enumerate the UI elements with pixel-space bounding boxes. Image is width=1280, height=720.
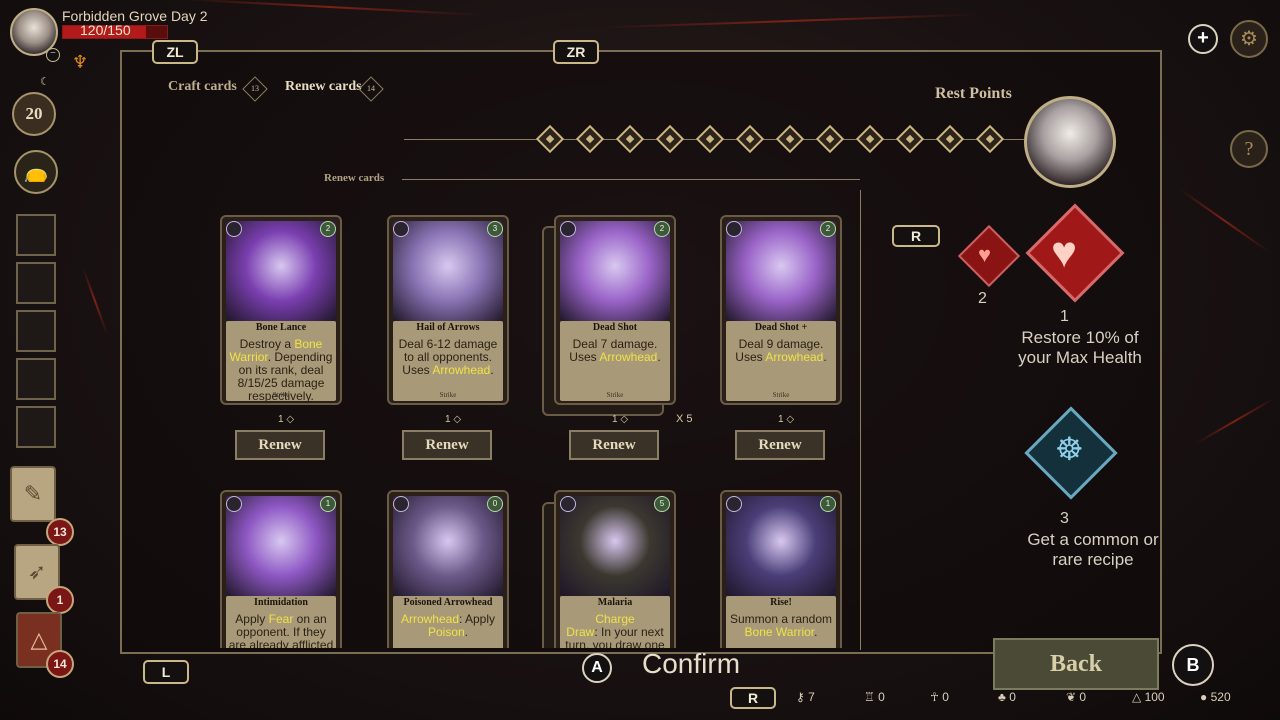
- gold-resource: ● 520: [1200, 690, 1231, 704]
- leaf-resource: ❦ 0: [1066, 690, 1086, 704]
- shard-count: 100: [1144, 690, 1165, 704]
- card-description: Arrowhead: Apply Poison.: [400, 612, 496, 639]
- card-rarity-icon: [393, 496, 409, 512]
- card-cost: 2: [320, 221, 336, 237]
- card-art: [226, 221, 336, 321]
- card-name: Hail of Arrows: [416, 322, 480, 333]
- card-name: Dead Shot: [592, 322, 638, 333]
- card-type: Strike: [772, 391, 790, 399]
- renew-button[interactable]: Renew: [735, 430, 825, 460]
- card[interactable]: 0 Poisoned Arrowhead Arrowhead: Apply Pois…: [387, 490, 509, 648]
- card-art: [560, 496, 670, 596]
- card-cost: 1: [320, 496, 336, 512]
- leaf-count: 0: [1079, 690, 1087, 704]
- leaf-icon: ❦: [1066, 690, 1077, 704]
- card[interactable]: 2 Dead Shot + Deal 9 damage. Uses Arrowhea…: [720, 215, 842, 405]
- renew-button[interactable]: Renew: [402, 430, 492, 460]
- chalice-count: 0: [878, 690, 885, 704]
- key-count: 7: [808, 690, 815, 704]
- card-copies-count: 1: [777, 414, 784, 425]
- chalice-icon: ♖: [864, 690, 875, 704]
- renew-button[interactable]: Renew: [235, 430, 325, 460]
- card[interactable]: 5 Malaria Charge Draw: In your next turn, y…: [554, 490, 676, 648]
- card-description: Deal 7 damage. Uses Arrowhead.: [569, 337, 661, 364]
- card-art: [726, 496, 836, 596]
- card-rarity-icon: [560, 221, 576, 237]
- card-cost: 1: [820, 496, 836, 512]
- card-art: [226, 496, 336, 596]
- r-button-bottom[interactable]: R: [730, 687, 776, 709]
- card[interactable]: 2 Dead Shot Deal 7 damage. Uses Arrowhead.…: [554, 215, 676, 405]
- card-name: Bone Lance: [255, 322, 307, 333]
- card-copies: 1 ◇: [611, 414, 629, 425]
- card-copies: 1 ◇: [777, 414, 795, 425]
- card[interactable]: 2 Bone Lance Destroy a Bone Warrior. Depen…: [220, 215, 342, 405]
- card[interactable]: 3 Hail of Arrows Deal 6-12 damage to all o…: [387, 215, 509, 405]
- shard-icon: △: [1132, 690, 1142, 704]
- card-name: Malaria: [597, 597, 633, 608]
- card-copies-count: 1: [444, 414, 451, 425]
- card-rarity-icon: [560, 496, 576, 512]
- exhaust-pile-count: 14: [46, 650, 74, 678]
- gold-count: 520: [1210, 690, 1231, 704]
- ankh-icon: ☥: [930, 690, 939, 704]
- card-description: Apply Fear on an opponent. If they are a…: [228, 612, 334, 649]
- card-rarity-icon: [226, 496, 242, 512]
- coin-icon: ●: [1200, 690, 1208, 704]
- card-copies-count: 1: [611, 414, 618, 425]
- card-description: Deal 6-12 damage to all opponents. Uses …: [398, 337, 498, 377]
- key-resource: ⚷ 7: [796, 690, 815, 704]
- card-description: Charge Draw: In your next turn, you draw …: [565, 612, 665, 649]
- card-description: Deal 9 damage. Uses Arrowhead.: [735, 337, 827, 364]
- card-cost: 5: [654, 496, 670, 512]
- card-rarity-icon: [226, 221, 242, 237]
- card-art: [560, 221, 670, 321]
- card-type: Strike: [439, 391, 457, 399]
- card-rarity-icon: [393, 221, 409, 237]
- card-art: [393, 496, 503, 596]
- card-cost: 2: [654, 221, 670, 237]
- shard-resource: △ 100: [1132, 690, 1165, 704]
- card-rarity-icon: [726, 221, 742, 237]
- renew-button[interactable]: Renew: [569, 430, 659, 460]
- gear-icon[interactable]: ⚙: [1230, 20, 1268, 58]
- herb-icon: ♣: [998, 690, 1006, 704]
- card-art: [726, 221, 836, 321]
- card-name: Rise!: [770, 597, 792, 608]
- chalice-resource: ♖ 0: [864, 690, 885, 704]
- card-name: Dead Shot +: [754, 322, 808, 333]
- add-icon[interactable]: +: [1188, 24, 1218, 54]
- herb-count: 0: [1009, 690, 1016, 704]
- key-icon: ⚷: [796, 690, 805, 704]
- card-type: Strike: [272, 391, 290, 399]
- card-copies-count: 1: [277, 414, 284, 425]
- l-button[interactable]: L: [143, 660, 189, 684]
- card-copies: 1 ◇: [277, 414, 295, 425]
- b-button[interactable]: B: [1172, 644, 1214, 686]
- card[interactable]: 1 Rise! Summon a random Bone Warrior.: [720, 490, 842, 648]
- card-cost: 0: [487, 496, 503, 512]
- back-button[interactable]: Back: [993, 638, 1159, 690]
- card-copies: 1 ◇: [444, 414, 462, 425]
- herb-resource: ♣ 0: [998, 690, 1016, 704]
- card-name: Poisoned Arrowhead: [403, 597, 493, 608]
- card-art: [393, 221, 503, 321]
- card-cost: 3: [487, 221, 503, 237]
- card-cost: 2: [820, 221, 836, 237]
- card-type: Strike: [606, 391, 624, 399]
- confirm-label[interactable]: Confirm: [642, 648, 740, 680]
- ankh-resource: ☥ 0: [930, 690, 949, 704]
- card-multiplier: X 5: [676, 413, 693, 425]
- card-rarity-icon: [726, 496, 742, 512]
- card-grid: 2 Bone Lance Destroy a Bone Warrior. Depen…: [0, 0, 1280, 648]
- card-description: Summon a random Bone Warrior.: [729, 612, 833, 639]
- help-icon[interactable]: ?: [1230, 130, 1268, 168]
- ankh-count: 0: [942, 690, 949, 704]
- card-name: Intimidation: [254, 597, 308, 608]
- a-button[interactable]: A: [582, 653, 612, 683]
- card[interactable]: 1 Intimidation Apply Fear on an opponent. …: [220, 490, 342, 648]
